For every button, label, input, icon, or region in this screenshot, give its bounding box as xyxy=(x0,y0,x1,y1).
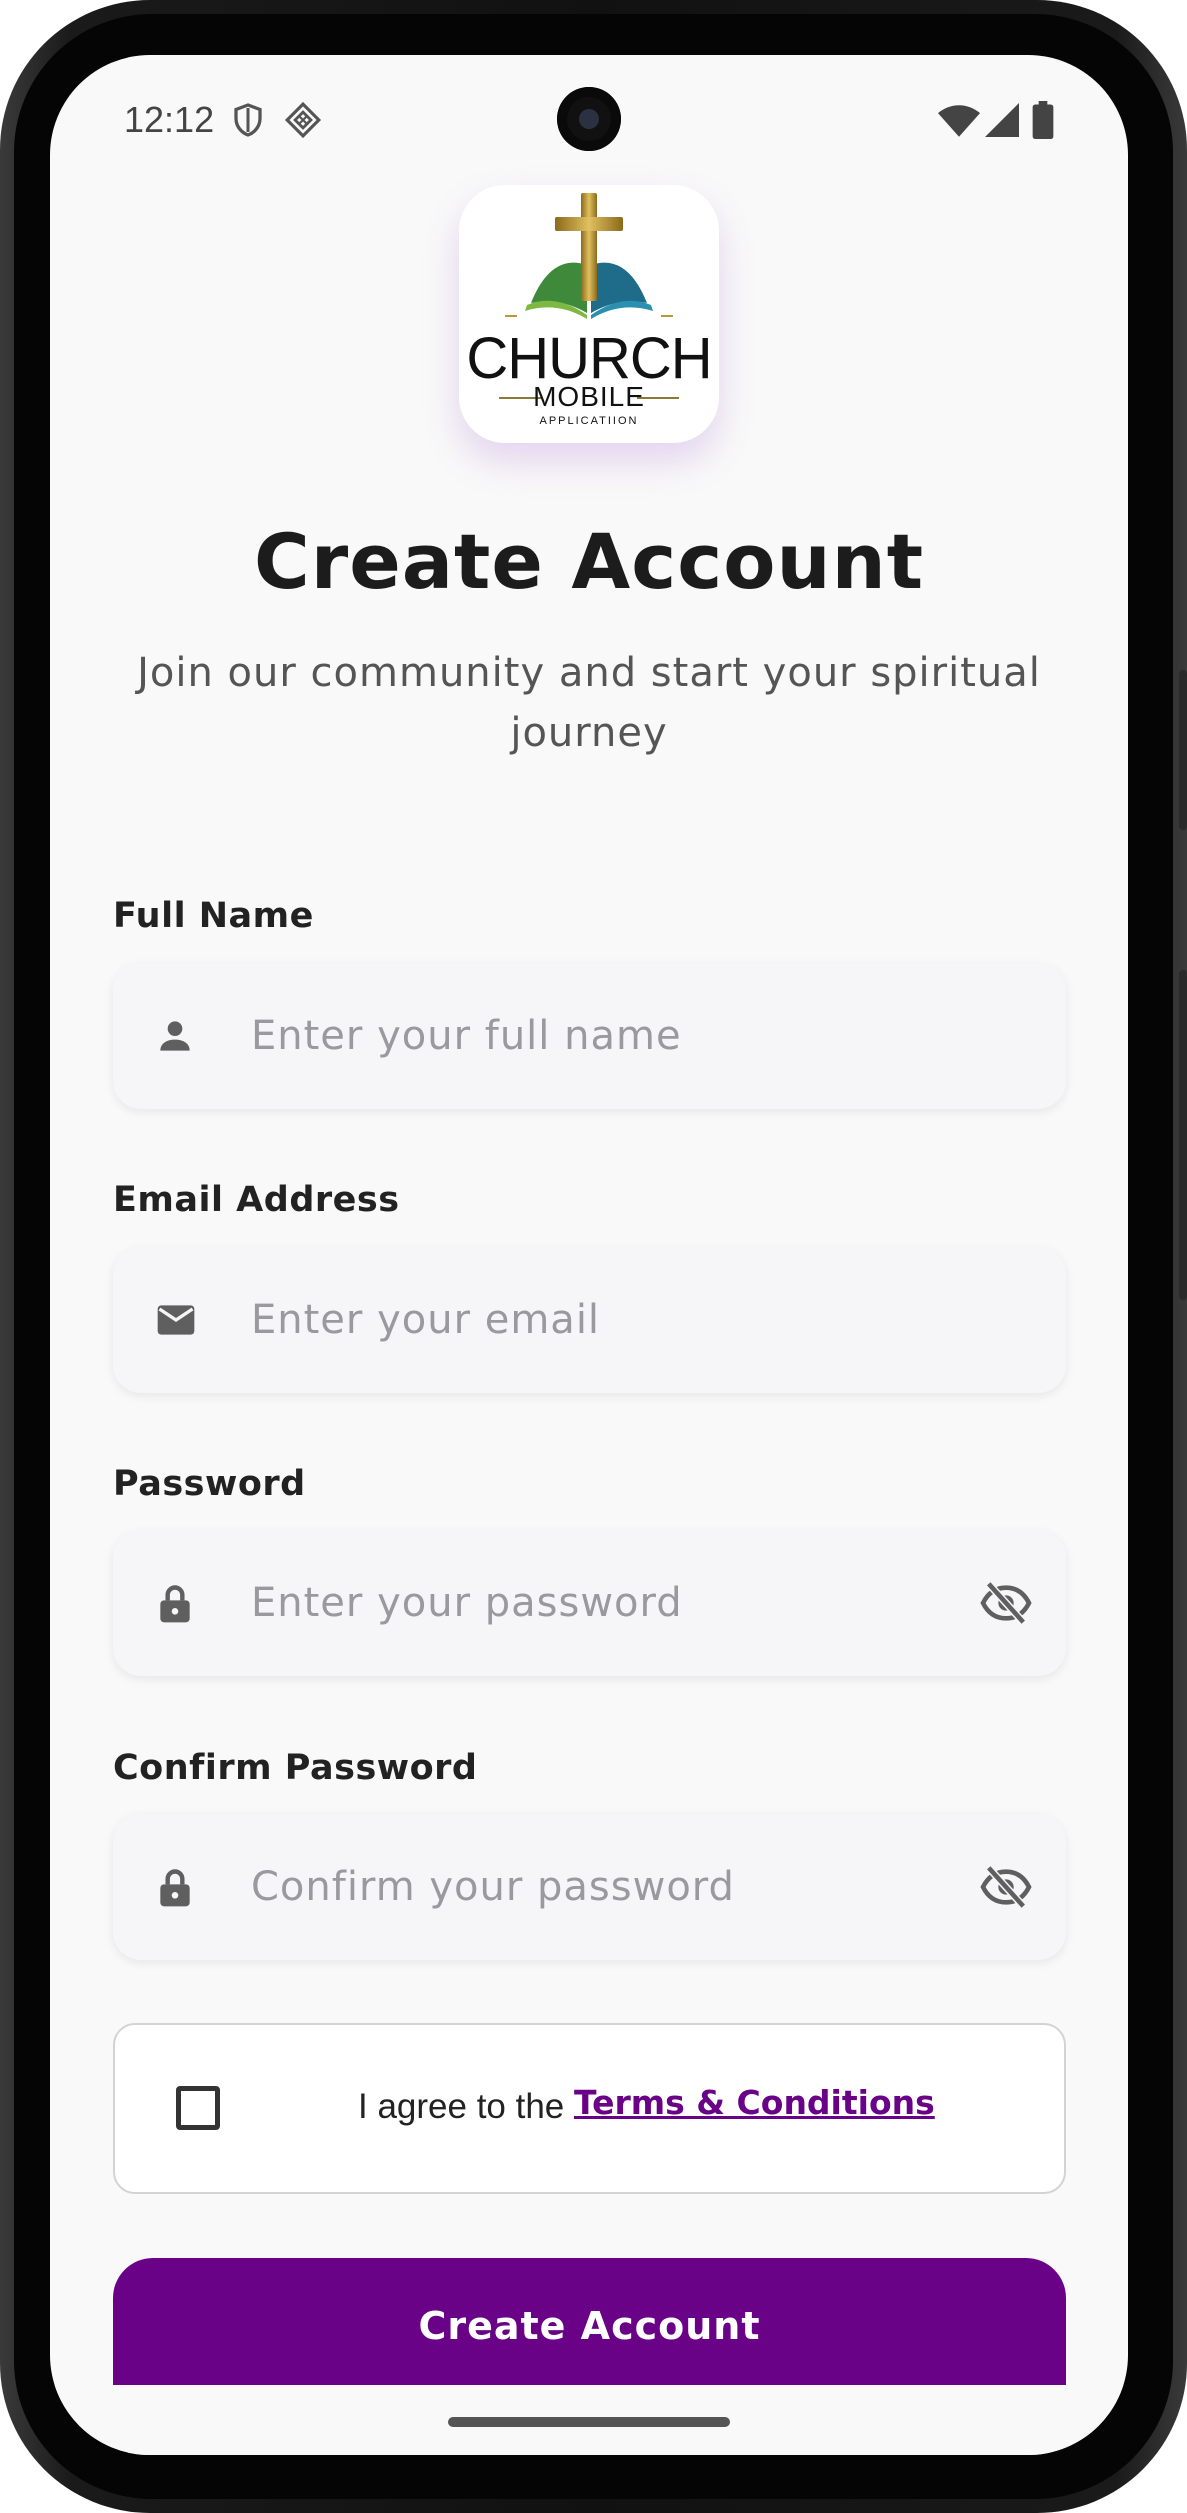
front-camera xyxy=(557,87,621,151)
full-name-input[interactable] xyxy=(251,963,951,1109)
person-icon xyxy=(160,1021,190,1051)
terms-container: I agree to the Terms & Conditions xyxy=(113,2023,1066,2194)
volume-button xyxy=(1179,670,1187,830)
eye-off-icon[interactable] xyxy=(980,1580,1032,1626)
password-input[interactable] xyxy=(251,1530,951,1676)
logo-tagline: APPLICATIION xyxy=(539,415,639,427)
lock-icon xyxy=(160,1585,190,1623)
app-logo: CHURCH MOBILE APPLICATIION xyxy=(459,185,719,443)
mail-icon xyxy=(157,1305,195,1335)
confirm-password-field[interactable] xyxy=(113,1814,1066,1960)
shield-icon xyxy=(234,103,262,137)
confirm-password-input[interactable] xyxy=(251,1814,951,1960)
power-button xyxy=(1179,970,1187,1300)
logo-subtitle: MOBILE xyxy=(533,381,645,412)
page-title: Create Account xyxy=(253,517,925,606)
battery-icon xyxy=(1032,101,1054,139)
status-time: 12:12 xyxy=(124,99,215,140)
confirm-password-label: Confirm Password xyxy=(113,1748,478,1788)
eye-off-icon[interactable] xyxy=(980,1864,1032,1910)
email-field[interactable] xyxy=(113,1247,1066,1393)
terms-checkbox[interactable] xyxy=(176,2086,220,2130)
home-indicator[interactable] xyxy=(448,2417,730,2427)
page-subtitle: Join our community and start your spirit… xyxy=(137,650,1041,756)
password-field[interactable] xyxy=(113,1530,1066,1676)
terms-prefix: I agree to the xyxy=(358,2087,574,2126)
data-saver-icon xyxy=(284,101,322,139)
cell-signal-icon xyxy=(985,103,1019,137)
terms-text: I agree to the Terms & Conditions xyxy=(358,2083,935,2127)
full-name-field[interactable] xyxy=(113,963,1066,1109)
full-name-label: Full Name xyxy=(113,896,314,936)
wifi-icon xyxy=(938,105,980,137)
device-frame: 12:12 CHURCH MOBILE APPLICATIION Create … xyxy=(0,0,1187,2513)
status-bar: 12:12 xyxy=(50,55,1128,185)
app-screen: 12:12 CHURCH MOBILE APPLICATIION Create … xyxy=(50,55,1128,2455)
terms-link[interactable]: Terms & Conditions xyxy=(574,2083,935,2122)
email-label: Email Address xyxy=(113,1180,400,1220)
email-input[interactable] xyxy=(251,1247,951,1393)
password-label: Password xyxy=(113,1464,306,1504)
lock-icon xyxy=(160,1869,190,1907)
